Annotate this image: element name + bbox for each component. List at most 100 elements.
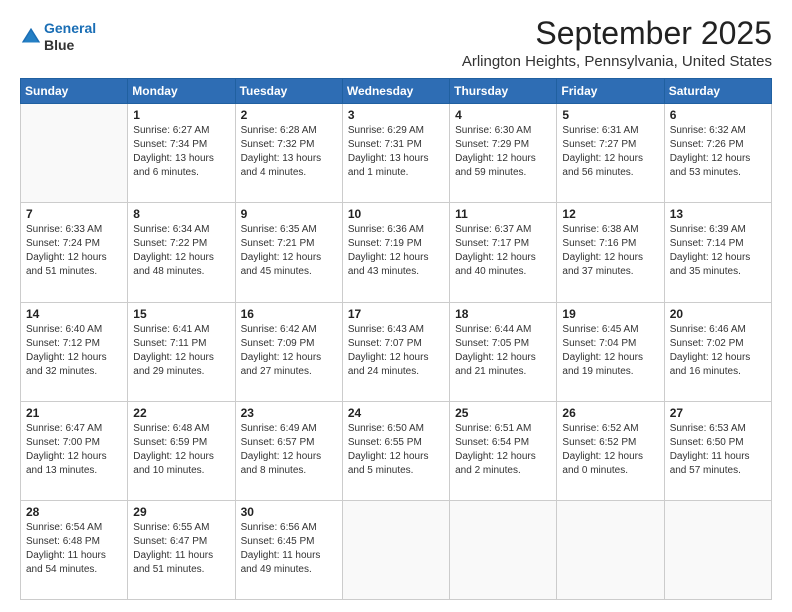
day-number: 18 <box>455 307 551 321</box>
day-info: Sunrise: 6:55 AMSunset: 6:47 PMDaylight:… <box>133 521 229 577</box>
day-number: 26 <box>562 406 658 420</box>
day-number: 20 <box>670 307 766 321</box>
day-info: Sunrise: 6:42 AMSunset: 7:09 PMDaylight:… <box>241 323 337 379</box>
day-number: 6 <box>670 108 766 122</box>
calendar-cell: 18 Sunrise: 6:44 AMSunset: 7:05 PMDayligh… <box>450 302 557 401</box>
day-info: Sunrise: 6:43 AMSunset: 7:07 PMDaylight:… <box>348 323 444 379</box>
day-info: Sunrise: 6:56 AMSunset: 6:45 PMDaylight:… <box>241 521 337 577</box>
calendar-cell <box>21 104 128 203</box>
weekday-header-saturday: Saturday <box>664 79 771 104</box>
calendar-cell <box>450 500 557 599</box>
weekday-header-sunday: Sunday <box>21 79 128 104</box>
day-info: Sunrise: 6:32 AMSunset: 7:26 PMDaylight:… <box>670 124 766 180</box>
weekday-header-tuesday: Tuesday <box>235 79 342 104</box>
calendar-cell: 5Sunrise: 6:31 AMSunset: 7:27 PMDaylight… <box>557 104 664 203</box>
day-number: 7 <box>26 207 122 221</box>
calendar-body: 1 Sunrise: 6:27 AMSunset: 7:34 PMDaylight… <box>21 104 772 600</box>
month-title: September 2025 <box>462 16 772 51</box>
calendar-cell: 22 Sunrise: 6:48 AMSunset: 6:59 PMDayligh… <box>128 401 235 500</box>
calendar-cell: 30 Sunrise: 6:56 AMSunset: 6:45 PMDayligh… <box>235 500 342 599</box>
day-number: 25 <box>455 406 551 420</box>
day-number: 17 <box>348 307 444 321</box>
week-row-3: 14Sunrise: 6:40 AMSunset: 7:12 PMDayligh… <box>21 302 772 401</box>
day-info: Sunrise: 6:53 AMSunset: 6:50 PMDaylight:… <box>670 422 766 478</box>
calendar-cell: 2 Sunrise: 6:28 AMSunset: 7:32 PMDaylight… <box>235 104 342 203</box>
calendar-cell: 14Sunrise: 6:40 AMSunset: 7:12 PMDayligh… <box>21 302 128 401</box>
calendar-cell: 4 Sunrise: 6:30 AMSunset: 7:29 PMDaylight… <box>450 104 557 203</box>
calendar-cell: 9 Sunrise: 6:35 AMSunset: 7:21 PMDaylight… <box>235 203 342 302</box>
day-info: Sunrise: 6:48 AMSunset: 6:59 PMDaylight:… <box>133 422 229 478</box>
title-block: September 2025 Arlington Heights, Pennsy… <box>462 16 772 70</box>
day-number: 28 <box>26 505 122 519</box>
day-number: 3 <box>348 108 444 122</box>
calendar-cell: 26Sunrise: 6:52 AMSunset: 6:52 PMDayligh… <box>557 401 664 500</box>
calendar-cell: 15Sunrise: 6:41 AMSunset: 7:11 PMDayligh… <box>128 302 235 401</box>
day-number: 23 <box>241 406 337 420</box>
calendar-cell: 7 Sunrise: 6:33 AMSunset: 7:24 PMDaylight… <box>21 203 128 302</box>
logo: General Blue <box>20 20 96 54</box>
calendar-cell: 29 Sunrise: 6:55 AMSunset: 6:47 PMDayligh… <box>128 500 235 599</box>
day-info: Sunrise: 6:51 AMSunset: 6:54 PMDaylight:… <box>455 422 551 478</box>
day-number: 12 <box>562 207 658 221</box>
day-number: 24 <box>348 406 444 420</box>
calendar-cell: 17 Sunrise: 6:43 AMSunset: 7:07 PMDayligh… <box>342 302 449 401</box>
day-number: 4 <box>455 108 551 122</box>
day-number: 2 <box>241 108 337 122</box>
week-row-2: 7 Sunrise: 6:33 AMSunset: 7:24 PMDaylight… <box>21 203 772 302</box>
day-number: 27 <box>670 406 766 420</box>
weekday-header-thursday: Thursday <box>450 79 557 104</box>
calendar-cell <box>664 500 771 599</box>
calendar-cell: 20Sunrise: 6:46 AMSunset: 7:02 PMDayligh… <box>664 302 771 401</box>
day-info: Sunrise: 6:47 AMSunset: 7:00 PMDaylight:… <box>26 422 122 478</box>
day-number: 22 <box>133 406 229 420</box>
day-info: Sunrise: 6:35 AMSunset: 7:21 PMDaylight:… <box>241 223 337 279</box>
week-row-4: 21Sunrise: 6:47 AMSunset: 7:00 PMDayligh… <box>21 401 772 500</box>
day-number: 29 <box>133 505 229 519</box>
day-number: 8 <box>133 207 229 221</box>
calendar-cell: 11 Sunrise: 6:37 AMSunset: 7:17 PMDayligh… <box>450 203 557 302</box>
day-info: Sunrise: 6:44 AMSunset: 7:05 PMDaylight:… <box>455 323 551 379</box>
calendar-cell: 27 Sunrise: 6:53 AMSunset: 6:50 PMDayligh… <box>664 401 771 500</box>
calendar-cell: 16Sunrise: 6:42 AMSunset: 7:09 PMDayligh… <box>235 302 342 401</box>
weekday-header-monday: Monday <box>128 79 235 104</box>
calendar-header: SundayMondayTuesdayWednesdayThursdayFrid… <box>21 79 772 104</box>
day-info: Sunrise: 6:33 AMSunset: 7:24 PMDaylight:… <box>26 223 122 279</box>
day-info: Sunrise: 6:28 AMSunset: 7:32 PMDaylight:… <box>241 124 337 180</box>
calendar-cell: 6 Sunrise: 6:32 AMSunset: 7:26 PMDaylight… <box>664 104 771 203</box>
page-header: General Blue September 2025 Arlington He… <box>20 16 772 70</box>
calendar-cell: 21Sunrise: 6:47 AMSunset: 7:00 PMDayligh… <box>21 401 128 500</box>
day-info: Sunrise: 6:38 AMSunset: 7:16 PMDaylight:… <box>562 223 658 279</box>
day-number: 5 <box>562 108 658 122</box>
calendar-cell: 10Sunrise: 6:36 AMSunset: 7:19 PMDayligh… <box>342 203 449 302</box>
day-number: 10 <box>348 207 444 221</box>
day-number: 19 <box>562 307 658 321</box>
day-info: Sunrise: 6:54 AMSunset: 6:48 PMDaylight:… <box>26 521 122 577</box>
day-info: Sunrise: 6:34 AMSunset: 7:22 PMDaylight:… <box>133 223 229 279</box>
logo-icon <box>20 26 42 48</box>
day-number: 11 <box>455 207 551 221</box>
day-info: Sunrise: 6:29 AMSunset: 7:31 PMDaylight:… <box>348 124 444 180</box>
calendar-cell <box>342 500 449 599</box>
day-info: Sunrise: 6:49 AMSunset: 6:57 PMDaylight:… <box>241 422 337 478</box>
day-info: Sunrise: 6:27 AMSunset: 7:34 PMDaylight:… <box>133 124 229 180</box>
calendar-cell: 3 Sunrise: 6:29 AMSunset: 7:31 PMDaylight… <box>342 104 449 203</box>
logo-general: General <box>44 20 96 36</box>
calendar-cell: 28 Sunrise: 6:54 AMSunset: 6:48 PMDayligh… <box>21 500 128 599</box>
week-row-5: 28 Sunrise: 6:54 AMSunset: 6:48 PMDayligh… <box>21 500 772 599</box>
day-number: 9 <box>241 207 337 221</box>
logo-blue: Blue <box>44 37 96 54</box>
day-number: 1 <box>133 108 229 122</box>
calendar-cell: 13Sunrise: 6:39 AMSunset: 7:14 PMDayligh… <box>664 203 771 302</box>
day-number: 15 <box>133 307 229 321</box>
day-number: 30 <box>241 505 337 519</box>
day-info: Sunrise: 6:37 AMSunset: 7:17 PMDaylight:… <box>455 223 551 279</box>
calendar-table: SundayMondayTuesdayWednesdayThursdayFrid… <box>20 78 772 600</box>
weekday-header-wednesday: Wednesday <box>342 79 449 104</box>
calendar-cell: 23 Sunrise: 6:49 AMSunset: 6:57 PMDayligh… <box>235 401 342 500</box>
day-info: Sunrise: 6:40 AMSunset: 7:12 PMDaylight:… <box>26 323 122 379</box>
calendar-cell: 8 Sunrise: 6:34 AMSunset: 7:22 PMDaylight… <box>128 203 235 302</box>
day-info: Sunrise: 6:30 AMSunset: 7:29 PMDaylight:… <box>455 124 551 180</box>
day-info: Sunrise: 6:45 AMSunset: 7:04 PMDaylight:… <box>562 323 658 379</box>
day-info: Sunrise: 6:39 AMSunset: 7:14 PMDaylight:… <box>670 223 766 279</box>
calendar-cell: 12 Sunrise: 6:38 AMSunset: 7:16 PMDayligh… <box>557 203 664 302</box>
